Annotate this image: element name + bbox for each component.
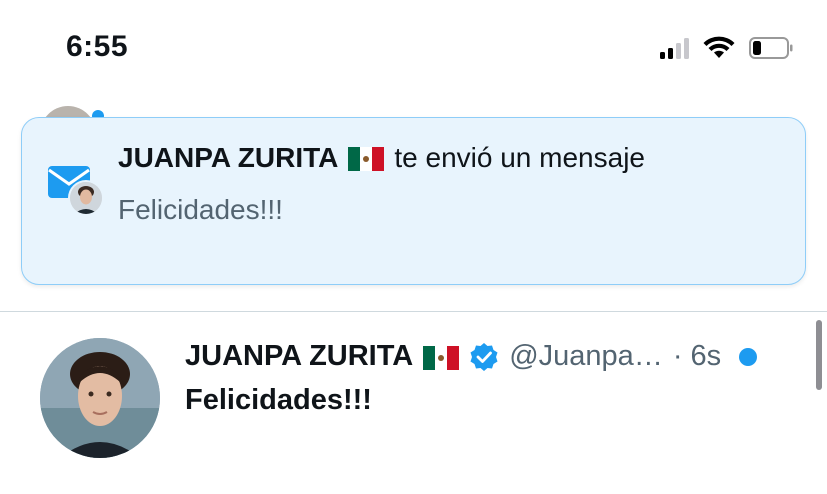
scrollbar[interactable] — [816, 320, 822, 390]
cellular-signal-icon — [660, 37, 689, 59]
status-icons — [660, 36, 793, 60]
conversation-handle: @Juanpa… — [509, 340, 663, 372]
conversation-header[interactable]: JUANPA ZURITA @Juanpa… · 6s — [185, 340, 758, 373]
conversation-last-message[interactable]: Felicidades!!! — [185, 384, 372, 417]
divider — [0, 311, 827, 312]
mexico-flag-icon — [348, 146, 385, 171]
wifi-icon — [703, 36, 735, 58]
notification-message: Felicidades!!! — [118, 194, 283, 225]
notification-action: te envió un mensaje — [394, 142, 645, 173]
sender-mini-avatar — [68, 180, 104, 216]
unread-indicator — [739, 347, 758, 366]
conversation-avatar[interactable] — [40, 338, 160, 458]
conversation-name: JUANPA ZURITA — [185, 340, 414, 372]
battery-icon — [749, 37, 793, 59]
conversation-timestamp: · 6s — [672, 340, 722, 372]
message-notification-banner[interactable]: JUANPA ZURITA te envió un mensaje Felici… — [21, 117, 806, 285]
sender-name: JUANPA ZURITA — [118, 142, 339, 173]
notification-title: JUANPA ZURITA te envió un mensaje — [118, 142, 645, 174]
verified-badge-icon — [470, 342, 498, 371]
mexico-flag-icon — [423, 345, 460, 370]
status-time: 6:55 — [66, 30, 129, 63]
